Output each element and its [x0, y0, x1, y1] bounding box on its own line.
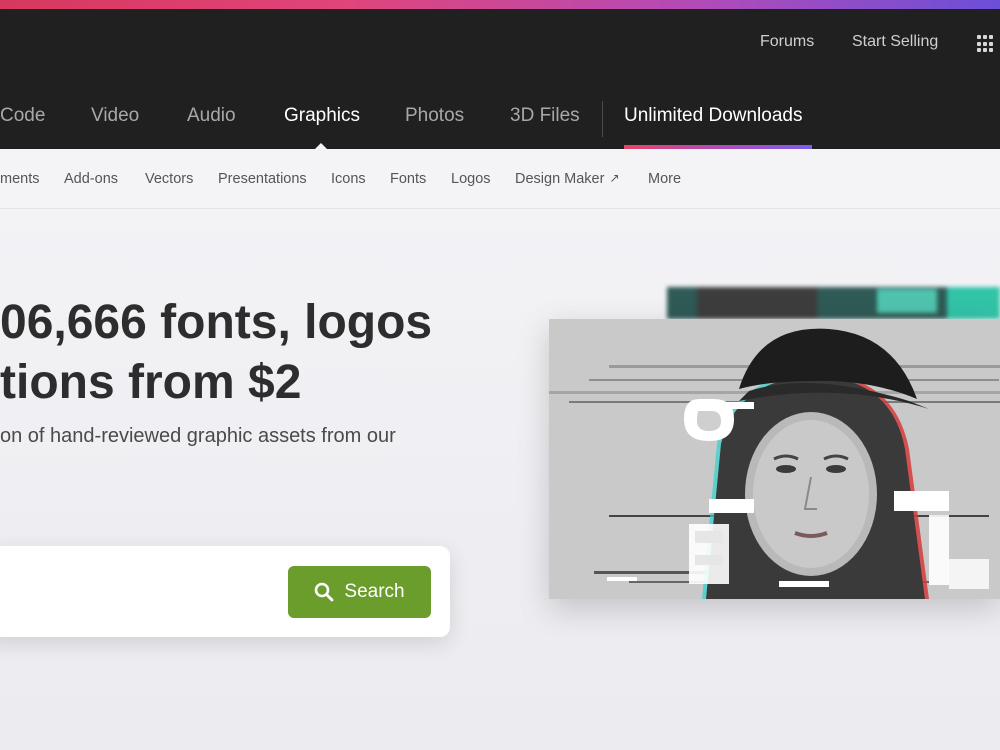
subnav-item-icons[interactable]: Icons: [331, 171, 366, 187]
subnav-item-vectors[interactable]: Vectors: [145, 171, 193, 187]
forums-link[interactable]: Forums: [760, 33, 814, 51]
nav-audio[interactable]: Audio: [187, 105, 236, 127]
nav-divider: [602, 101, 603, 137]
external-link-icon: ↗: [609, 171, 620, 185]
design-maker-label: Design Maker: [515, 171, 605, 187]
subnav-item-more[interactable]: More: [648, 171, 681, 187]
search-input[interactable]: [0, 568, 240, 614]
subnav-item-logos[interactable]: Logos: [451, 171, 491, 187]
hero-artwork-background-card: [667, 287, 1000, 319]
nav-code[interactable]: Code: [0, 105, 45, 127]
glitch-portrait-image: [549, 319, 1000, 599]
subnav-item-fonts[interactable]: Fonts: [390, 171, 426, 187]
nav-unlimited-downloads[interactable]: Unlimited Downloads: [624, 105, 802, 127]
search-button[interactable]: Search: [288, 566, 431, 618]
subnav-item-presentations[interactable]: Presentations: [218, 171, 307, 187]
apps-grid-icon[interactable]: [977, 35, 995, 53]
hero-artwork-glitch-portrait: [549, 319, 1000, 599]
nav-graphics[interactable]: Graphics: [284, 105, 360, 127]
search-button-label: Search: [344, 581, 405, 602]
nav-video[interactable]: Video: [91, 105, 139, 127]
subnav-item-templates[interactable]: ments: [0, 171, 40, 187]
nav-photos[interactable]: Photos: [405, 105, 464, 127]
nav-3d-files[interactable]: 3D Files: [510, 105, 580, 127]
hero-subheading: on of hand-reviewed graphic assets from …: [0, 425, 396, 447]
hero-headline-line-1: 06,666 fonts, logos: [0, 296, 433, 349]
brand-gradient-stripe: [0, 0, 1000, 9]
subnav-item-addons[interactable]: Add-ons: [64, 171, 118, 187]
top-navigation-bar: Forums Start Selling Code Video Audio Gr…: [0, 9, 1000, 150]
search-icon: [315, 582, 334, 602]
search-card: Search: [0, 546, 450, 637]
hero-headline-line-2: tions from $2: [0, 356, 302, 409]
subnav-item-design-maker[interactable]: Design Maker ↗: [515, 171, 620, 187]
hero-section: 06,666 fonts, logos tions from $2 on of …: [0, 209, 1000, 750]
category-subnav: ments Add-ons Vectors Presentations Icon…: [0, 149, 1000, 209]
start-selling-link[interactable]: Start Selling: [852, 33, 938, 51]
